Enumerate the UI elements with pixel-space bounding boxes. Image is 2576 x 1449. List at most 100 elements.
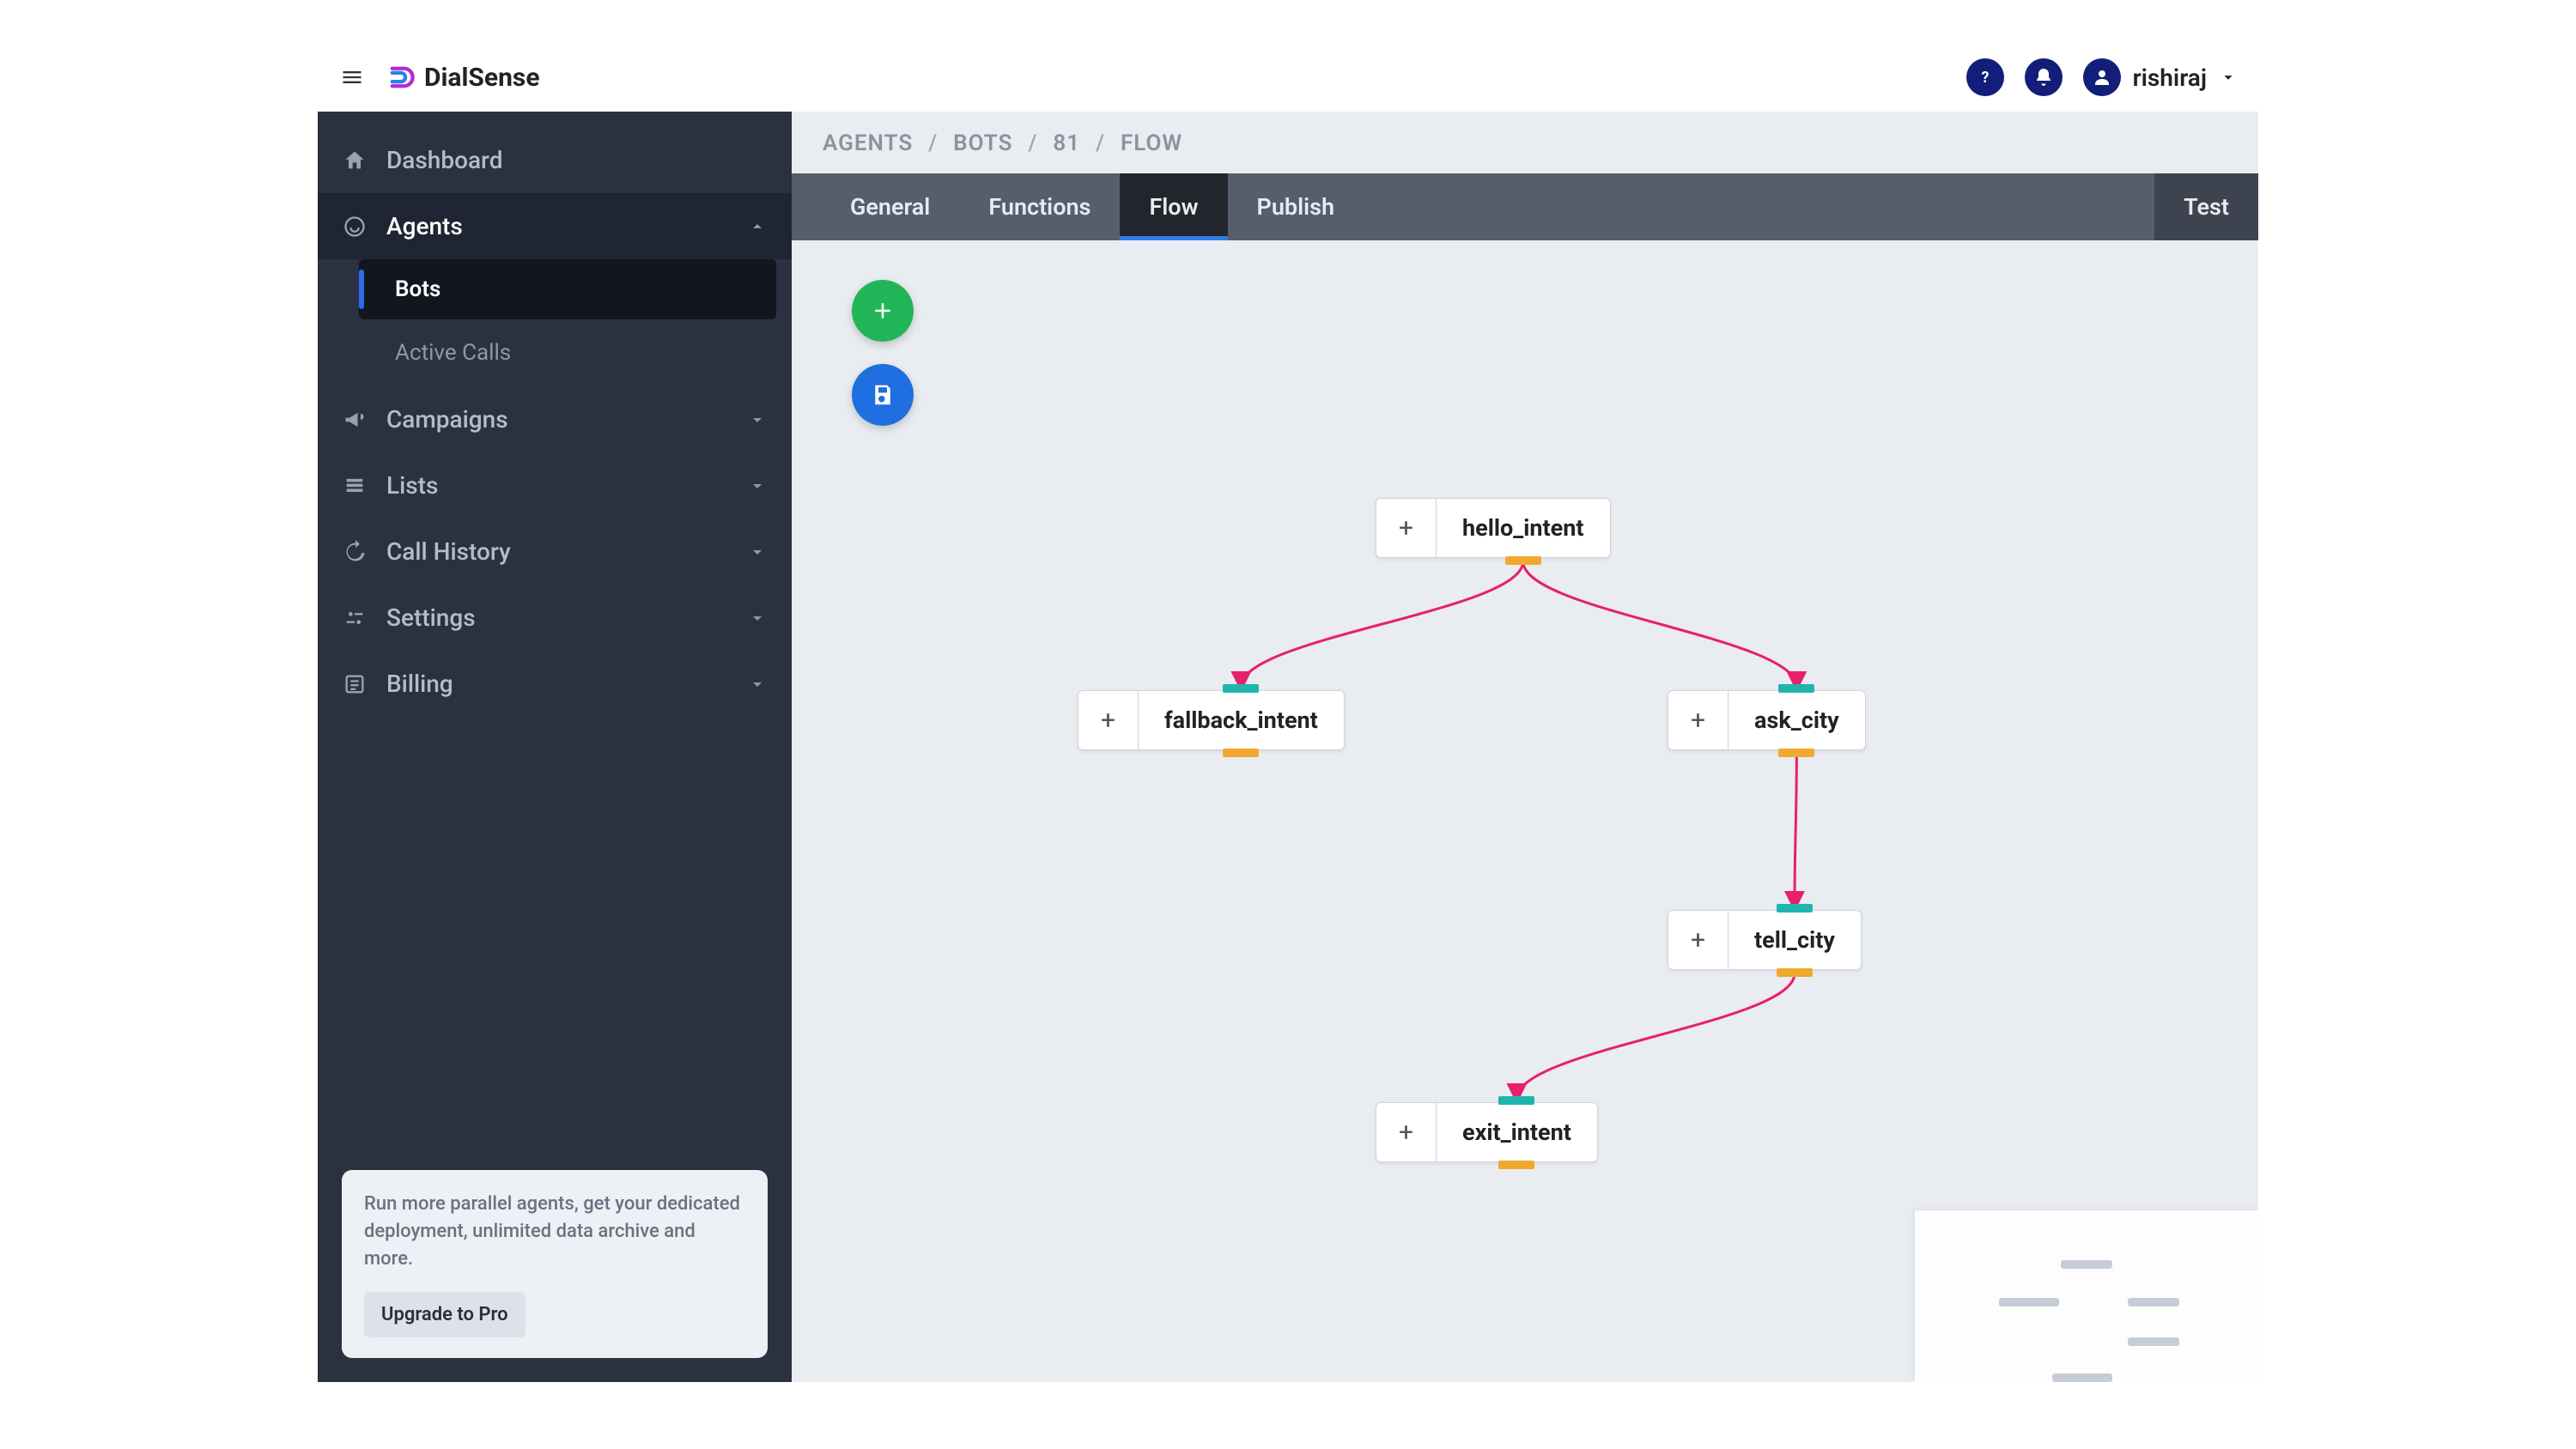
breadcrumb-item[interactable]: FLOW bbox=[1121, 130, 1182, 156]
list-icon bbox=[342, 473, 368, 499]
user-icon bbox=[2092, 67, 2112, 88]
breadcrumb-item[interactable]: 81 bbox=[1053, 130, 1080, 156]
breadcrumb-sep: / bbox=[1096, 130, 1105, 156]
flow-node-exit_intent[interactable]: +exit_intent bbox=[1376, 1102, 1598, 1162]
sidebar-subitem-label: Active Calls bbox=[395, 340, 511, 366]
port-out[interactable] bbox=[1778, 749, 1814, 757]
save-icon bbox=[870, 382, 896, 408]
chevron-down-icon bbox=[747, 674, 768, 694]
billing-icon bbox=[342, 671, 368, 697]
edge-ask_city-tell_city bbox=[1795, 754, 1796, 906]
port-in[interactable] bbox=[1778, 684, 1814, 693]
main: AGENTS / BOTS / 81 / FLOW General Functi… bbox=[792, 112, 2258, 1382]
flow-node-tell_city[interactable]: +tell_city bbox=[1668, 910, 1862, 970]
bell-icon bbox=[2033, 67, 2054, 88]
flow-node-hello_intent[interactable]: +hello_intent bbox=[1376, 498, 1611, 558]
flow-node-ask_city[interactable]: +ask_city bbox=[1668, 690, 1866, 750]
sidebar-subitem-label: Bots bbox=[395, 276, 440, 302]
add-node-button[interactable] bbox=[852, 280, 914, 342]
sidebar-item-label: Agents bbox=[386, 212, 728, 240]
node-add-child[interactable]: + bbox=[1668, 911, 1728, 969]
sidebar-footer: Run more parallel agents, get your dedic… bbox=[318, 1146, 792, 1382]
megaphone-icon bbox=[342, 407, 368, 433]
sidebar-item-billing[interactable]: Billing bbox=[318, 651, 792, 717]
hamburger-icon bbox=[340, 65, 364, 89]
home-icon bbox=[342, 148, 368, 173]
node-label: hello_intent bbox=[1437, 499, 1610, 557]
minimap[interactable] bbox=[1915, 1210, 2258, 1382]
menu-toggle[interactable] bbox=[335, 60, 369, 94]
sidebar-item-settings[interactable]: Settings bbox=[318, 585, 792, 651]
chevron-down-icon bbox=[2219, 68, 2238, 87]
history-icon bbox=[342, 539, 368, 565]
sidebar-item-lists[interactable]: Lists bbox=[318, 452, 792, 518]
edge-hello_intent-ask_city bbox=[1523, 561, 1797, 687]
flow-canvas-wrap: +hello_intent+fallback_intent+ask_city+t… bbox=[792, 240, 2258, 1382]
tab-test[interactable]: Test bbox=[2154, 173, 2258, 240]
chevron-down-icon bbox=[747, 542, 768, 562]
breadcrumb-sep: / bbox=[928, 130, 938, 156]
sidebar-subitem-active-calls[interactable]: Active Calls bbox=[359, 323, 776, 383]
plus-icon bbox=[870, 298, 896, 324]
breadcrumb-item[interactable]: AGENTS bbox=[823, 130, 913, 156]
upgrade-button[interactable]: Upgrade to Pro bbox=[364, 1292, 526, 1337]
svg-text:?: ? bbox=[1981, 69, 1989, 87]
node-add-child[interactable]: + bbox=[1078, 691, 1139, 749]
sidebar-subnav-agents: Bots Active Calls bbox=[318, 259, 792, 386]
sidebar-item-label: Billing bbox=[386, 670, 728, 698]
port-out[interactable] bbox=[1505, 556, 1541, 565]
upgrade-text: Run more parallel agents, get your dedic… bbox=[364, 1191, 745, 1273]
sidebar-item-label: Call History bbox=[386, 537, 728, 566]
body: Dashboard Agents Bots Active Calls Campa… bbox=[318, 112, 2258, 1382]
tabs: General Functions Flow Publish Test bbox=[792, 173, 2258, 240]
port-in[interactable] bbox=[1777, 904, 1813, 912]
flow-node-fallback_intent[interactable]: +fallback_intent bbox=[1078, 690, 1345, 750]
sidebar: Dashboard Agents Bots Active Calls Campa… bbox=[318, 112, 792, 1382]
node-add-child[interactable]: + bbox=[1668, 691, 1728, 749]
header-bar: DialSense ? rishiraj bbox=[318, 43, 2258, 112]
tab-general[interactable]: General bbox=[821, 173, 959, 240]
port-out[interactable] bbox=[1223, 749, 1259, 757]
chevron-down-icon bbox=[747, 409, 768, 430]
sidebar-subitem-bots[interactable]: Bots bbox=[359, 259, 776, 319]
brand[interactable]: DialSense bbox=[386, 63, 540, 93]
tab-functions[interactable]: Functions bbox=[959, 173, 1120, 240]
breadcrumb-item[interactable]: BOTS bbox=[953, 130, 1012, 156]
sidebar-item-agents[interactable]: Agents bbox=[318, 193, 792, 259]
canvas-float-buttons bbox=[852, 280, 914, 426]
node-label: ask_city bbox=[1728, 691, 1865, 749]
sidebar-item-dashboard[interactable]: Dashboard bbox=[318, 127, 792, 193]
chevron-down-icon bbox=[747, 608, 768, 628]
tab-publish[interactable]: Publish bbox=[1228, 173, 1364, 240]
user-menu[interactable]: rishiraj bbox=[2083, 58, 2238, 96]
user-name: rishiraj bbox=[2133, 64, 2207, 92]
sidebar-item-label: Settings bbox=[386, 603, 728, 632]
brand-logo-icon bbox=[386, 63, 416, 92]
node-label: tell_city bbox=[1728, 911, 1861, 969]
edge-tell_city-exit_intent bbox=[1516, 973, 1795, 1099]
help-button[interactable]: ? bbox=[1966, 58, 2004, 96]
port-in[interactable] bbox=[1223, 684, 1259, 693]
chevron-down-icon bbox=[747, 476, 768, 496]
sidebar-item-campaigns[interactable]: Campaigns bbox=[318, 386, 792, 452]
chevron-up-icon bbox=[747, 216, 768, 237]
port-in[interactable] bbox=[1498, 1096, 1534, 1105]
node-add-child[interactable]: + bbox=[1376, 1103, 1437, 1161]
sidebar-item-label: Campaigns bbox=[386, 405, 728, 433]
breadcrumb-sep: / bbox=[1028, 130, 1037, 156]
node-label: fallback_intent bbox=[1139, 691, 1344, 749]
node-add-child[interactable]: + bbox=[1376, 499, 1437, 557]
notifications-button[interactable] bbox=[2025, 58, 2063, 96]
tab-flow[interactable]: Flow bbox=[1120, 173, 1227, 240]
sidebar-item-call-history[interactable]: Call History bbox=[318, 518, 792, 585]
save-flow-button[interactable] bbox=[852, 364, 914, 426]
help-icon: ? bbox=[1975, 67, 1996, 88]
port-out[interactable] bbox=[1498, 1161, 1534, 1169]
upgrade-card: Run more parallel agents, get your dedic… bbox=[342, 1170, 768, 1358]
breadcrumb: AGENTS / BOTS / 81 / FLOW bbox=[792, 112, 2258, 173]
sidebar-item-label: Lists bbox=[386, 471, 728, 500]
brand-name: DialSense bbox=[424, 63, 540, 93]
settings-icon bbox=[342, 605, 368, 631]
port-out[interactable] bbox=[1777, 968, 1813, 977]
sidebar-item-label: Dashboard bbox=[386, 146, 768, 174]
